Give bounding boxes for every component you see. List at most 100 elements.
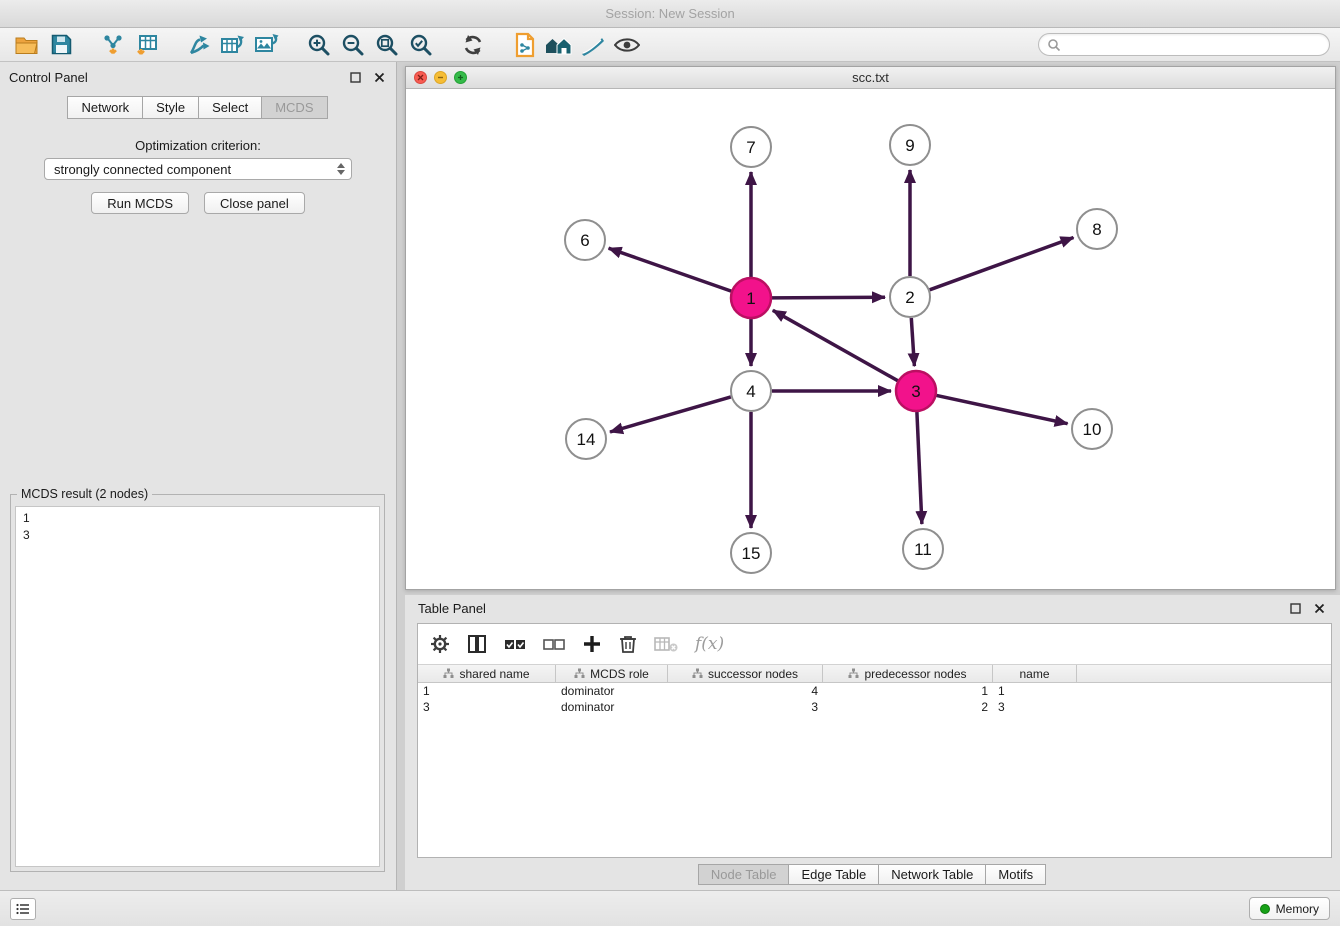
close-panel-button[interactable]: Close panel bbox=[204, 192, 305, 214]
tab-style[interactable]: Style bbox=[142, 96, 199, 119]
add-icon[interactable] bbox=[582, 634, 602, 654]
column-header-successor-nodes[interactable]: successor nodes bbox=[668, 665, 823, 682]
minimize-window-icon[interactable] bbox=[434, 71, 447, 84]
column-header-shared-name[interactable]: shared name bbox=[418, 665, 556, 682]
trash-icon[interactable] bbox=[619, 634, 637, 654]
graph-edge-3-10[interactable] bbox=[937, 395, 1068, 423]
column-header-predecessor-nodes[interactable]: predecessor nodes bbox=[823, 665, 993, 682]
cell-name[interactable]: 3 bbox=[993, 700, 1077, 714]
tree-icon bbox=[848, 668, 859, 679]
graph-node-label: 14 bbox=[577, 430, 596, 449]
open-session-button[interactable] bbox=[10, 31, 44, 59]
close-panel-icon-button[interactable] bbox=[371, 69, 387, 85]
window-title: Session: New Session bbox=[605, 6, 734, 21]
new-network-button[interactable] bbox=[182, 31, 216, 59]
graph-edge-4-14[interactable] bbox=[610, 397, 731, 432]
tab-motifs[interactable]: Motifs bbox=[985, 864, 1046, 885]
table-row[interactable]: 1 dominator 4 1 1 bbox=[418, 683, 1331, 699]
tree-icon bbox=[574, 668, 585, 679]
close-table-panel-button[interactable] bbox=[1311, 600, 1327, 616]
overview-button[interactable] bbox=[542, 31, 576, 59]
close-window-icon[interactable] bbox=[414, 71, 427, 84]
gear-icon[interactable] bbox=[430, 634, 450, 654]
cell-successor-nodes[interactable]: 3 bbox=[668, 700, 823, 714]
cell-mcds-role[interactable]: dominator bbox=[556, 684, 668, 698]
run-mcds-button[interactable]: Run MCDS bbox=[91, 192, 189, 214]
graph-node-label: 1 bbox=[746, 289, 755, 308]
task-history-button[interactable] bbox=[10, 898, 36, 920]
zoom-in-button[interactable] bbox=[302, 31, 336, 59]
search-box[interactable] bbox=[1038, 33, 1330, 56]
control-panel: Control Panel Network Style Select MCDS … bbox=[0, 62, 397, 890]
table-row[interactable]: 3 dominator 3 2 3 bbox=[418, 699, 1331, 715]
graph-edge-3-11[interactable] bbox=[917, 412, 922, 524]
criterion-dropdown[interactable]: strongly connected component bbox=[44, 158, 352, 180]
graph-edge-2-3[interactable] bbox=[911, 318, 914, 366]
save-session-button[interactable] bbox=[44, 31, 78, 59]
cell-predecessor-nodes[interactable]: 1 bbox=[823, 684, 993, 698]
cell-name[interactable]: 1 bbox=[993, 684, 1077, 698]
tab-node-table[interactable]: Node Table bbox=[698, 864, 790, 885]
table-export-icon bbox=[220, 33, 246, 57]
column-header-name[interactable]: name bbox=[993, 665, 1077, 682]
memory-status-icon bbox=[1260, 904, 1270, 914]
network-canvas[interactable]: 1234678910111415 bbox=[406, 89, 1335, 589]
zoom-window-icon[interactable] bbox=[454, 71, 467, 84]
main-area: Control Panel Network Style Select MCDS … bbox=[0, 62, 1340, 890]
tab-select[interactable]: Select bbox=[198, 96, 262, 119]
cell-mcds-role[interactable]: dominator bbox=[556, 700, 668, 714]
table-toolbar: f(x) bbox=[418, 624, 1331, 664]
graph-node-label: 2 bbox=[905, 288, 914, 307]
float-panel-button[interactable] bbox=[347, 69, 363, 85]
zoom-out-button[interactable] bbox=[336, 31, 370, 59]
table-panel-header: Table Panel bbox=[405, 595, 1340, 621]
dropdown-stepper-icon bbox=[334, 161, 347, 177]
criterion-dropdown-value: strongly connected component bbox=[54, 162, 334, 177]
deselect-all-icon[interactable] bbox=[543, 636, 565, 652]
window-titlebar: Session: New Session bbox=[0, 0, 1340, 28]
import-network-file-button[interactable] bbox=[96, 31, 130, 59]
network-branch-icon bbox=[187, 33, 211, 57]
export-image-button[interactable] bbox=[250, 31, 284, 59]
columns-icon[interactable] bbox=[467, 634, 487, 654]
network-from-table-button[interactable] bbox=[216, 31, 250, 59]
document-share-icon bbox=[513, 32, 537, 58]
zoom-fit-button[interactable] bbox=[370, 31, 404, 59]
eye-icon bbox=[614, 36, 640, 54]
graph-edge-2-8[interactable] bbox=[930, 238, 1074, 290]
zoom-out-icon bbox=[341, 33, 365, 57]
network-window-titlebar[interactable]: scc.txt bbox=[406, 67, 1335, 89]
cell-predecessor-nodes[interactable]: 2 bbox=[823, 700, 993, 714]
mcds-result-list[interactable]: 1 3 bbox=[15, 506, 380, 867]
tab-mcds[interactable]: MCDS bbox=[261, 96, 327, 119]
refresh-button[interactable] bbox=[456, 31, 490, 59]
column-header-mcds-role[interactable]: MCDS role bbox=[556, 665, 668, 682]
graph-edge-1-6[interactable] bbox=[609, 248, 732, 291]
memory-button[interactable]: Memory bbox=[1249, 897, 1330, 920]
graph-node-label: 10 bbox=[1083, 420, 1102, 439]
network-window: scc.txt 1234678910111415 bbox=[405, 66, 1336, 590]
overview-houses-icon bbox=[544, 33, 574, 57]
cell-shared-name[interactable]: 3 bbox=[418, 700, 556, 714]
tab-network[interactable]: Network bbox=[67, 96, 143, 119]
zoom-selected-button[interactable] bbox=[404, 31, 438, 59]
style-button[interactable] bbox=[576, 31, 610, 59]
tab-network-table[interactable]: Network Table bbox=[878, 864, 986, 885]
graph-edge-1-2[interactable] bbox=[772, 297, 885, 298]
float-table-panel-button[interactable] bbox=[1287, 600, 1303, 616]
graph-node-label: 9 bbox=[905, 136, 914, 155]
control-panel-tabs: Network Style Select MCDS bbox=[0, 96, 396, 119]
tree-icon bbox=[443, 668, 454, 679]
show-graphics-button[interactable] bbox=[610, 31, 644, 59]
cell-successor-nodes[interactable]: 4 bbox=[668, 684, 823, 698]
select-all-icon[interactable] bbox=[504, 636, 526, 652]
apply-layout-button[interactable] bbox=[508, 31, 542, 59]
graph-edge-3-1[interactable] bbox=[773, 310, 898, 380]
import-table-file-button[interactable] bbox=[130, 31, 164, 59]
cell-shared-name[interactable]: 1 bbox=[418, 684, 556, 698]
graph-node-label: 7 bbox=[746, 138, 755, 157]
tab-edge-table[interactable]: Edge Table bbox=[788, 864, 879, 885]
search-input[interactable] bbox=[1066, 38, 1321, 52]
function-builder-icon: f(x) bbox=[695, 634, 724, 654]
traffic-lights bbox=[414, 71, 467, 84]
